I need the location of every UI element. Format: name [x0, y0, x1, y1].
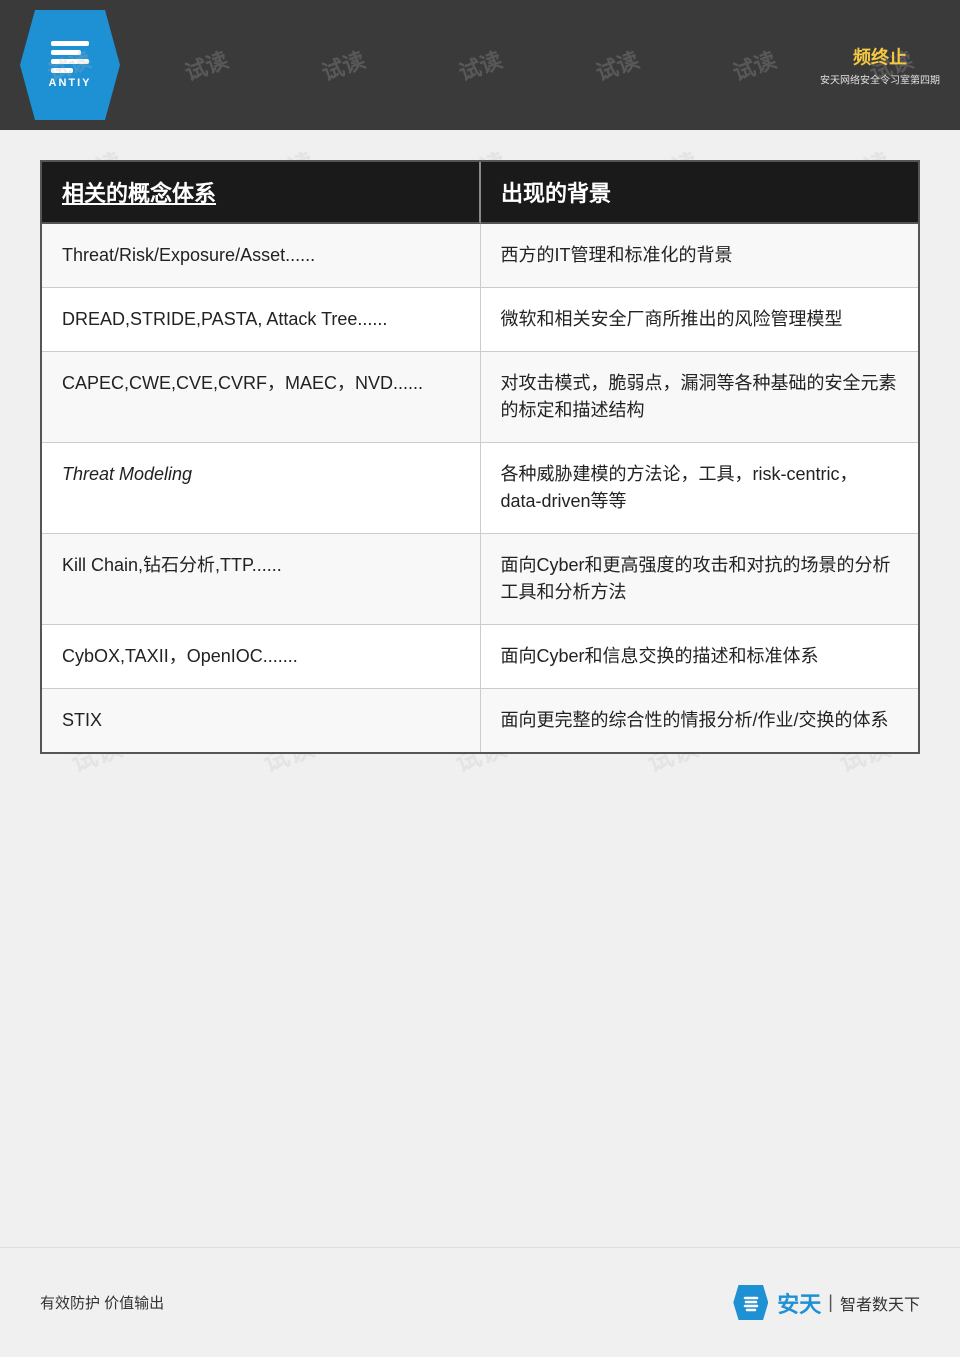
table-header: 相关的概念体系 出现的背景	[42, 162, 918, 224]
table-row: DREAD,STRIDE,PASTA, Attack Tree...... 微软…	[42, 288, 918, 352]
cell-right-5: 面向Cyber和更高强度的攻击和对抗的场景的分析工具和分析方法	[481, 534, 919, 624]
footer-logo-icon	[733, 1285, 768, 1320]
col-left-header: 相关的概念体系	[42, 162, 481, 224]
watermark-4: 试读	[454, 42, 506, 87]
footer-brand-text2: 智者数天下	[840, 1291, 920, 1315]
col-right-header: 出现的背景	[481, 162, 918, 224]
header: ANTIY 试读 试读 试读 试读 试读 试读 试读 频终止 安天网络安全令习室…	[0, 0, 960, 130]
cell-left-1: Threat/Risk/Exposure/Asset......	[42, 224, 481, 287]
table-row: CAPEC,CWE,CVE,CVRF，MAEC，NVD...... 对攻击模式，…	[42, 352, 918, 443]
cell-left-7: STIX	[42, 689, 481, 752]
table-row: STIX 面向更完整的综合性的情报分析/作业/交换的体系	[42, 689, 918, 752]
logo: ANTIY	[20, 10, 120, 120]
logo-line-3	[51, 59, 89, 64]
cell-right-7: 面向更完整的综合性的情报分析/作业/交换的体系	[481, 689, 919, 752]
cell-left-5: Kill Chain,钻石分析,TTP......	[42, 534, 481, 624]
logo-line-4	[51, 68, 73, 73]
cell-left-6: CybOX,TAXII，OpenIOC.......	[42, 625, 481, 688]
cell-right-6: 面向Cyber和信息交换的描述和标准体系	[481, 625, 919, 688]
main-content: 相关的概念体系 出现的背景 Threat/Risk/Exposure/Asset…	[40, 160, 920, 1237]
footer-brand-antiy: 安天	[777, 1292, 821, 1317]
table-row: Threat/Risk/Exposure/Asset...... 西方的IT管理…	[42, 224, 918, 288]
watermark-5: 试读	[591, 42, 643, 87]
header-watermarks: 试读 试读 试读 试读 试读 试读 试读	[0, 0, 960, 130]
footer: 有效防护 价值输出 安天 | 智者数天下	[0, 1247, 960, 1357]
watermark-6: 试读	[728, 42, 780, 87]
footer-logo-svg	[741, 1293, 761, 1313]
footer-right: 安天 | 智者数天下	[733, 1285, 920, 1320]
header-right-logo: 频终止 安天网络安全令习室第四期	[820, 44, 940, 87]
footer-brand-text: 安天	[777, 1287, 821, 1319]
concept-table: 相关的概念体系 出现的背景 Threat/Risk/Exposure/Asset…	[40, 160, 920, 754]
cell-right-2: 微软和相关安全厂商所推出的风险管理模型	[481, 288, 919, 351]
footer-left-text: 有效防护 价值输出	[40, 1292, 164, 1313]
footer-divider: |	[828, 1292, 833, 1313]
logo-lines	[51, 41, 89, 73]
table-row-threat-modeling: Threat Modeling 各种威胁建模的方法论，工具，risk-centr…	[42, 443, 918, 534]
table-row: CybOX,TAXII，OpenIOC....... 面向Cyber和信息交换的…	[42, 625, 918, 689]
header-sub-text: 安天网络安全令习室第四期	[820, 72, 940, 87]
cell-left-2: DREAD,STRIDE,PASTA, Attack Tree......	[42, 288, 481, 351]
cell-left-4: Threat Modeling	[42, 443, 481, 533]
cell-right-4: 各种威胁建模的方法论，工具，risk-centric，data-driven等等	[481, 443, 919, 533]
watermark-2: 试读	[180, 42, 232, 87]
logo-line-1	[51, 41, 89, 46]
table-row: Kill Chain,钻石分析,TTP...... 面向Cyber和更高强度的攻…	[42, 534, 918, 625]
cell-right-3: 对攻击模式，脆弱点，漏洞等各种基础的安全元素的标定和描述结构	[481, 352, 919, 442]
cell-right-1: 西方的IT管理和标准化的背景	[481, 224, 919, 287]
logo-line-2	[51, 50, 81, 55]
logo-text: ANTIY	[49, 77, 92, 89]
cell-left-3: CAPEC,CWE,CVE,CVRF，MAEC，NVD......	[42, 352, 481, 442]
watermark-3: 试读	[317, 42, 369, 87]
header-brand-name: 频终止	[853, 44, 907, 70]
